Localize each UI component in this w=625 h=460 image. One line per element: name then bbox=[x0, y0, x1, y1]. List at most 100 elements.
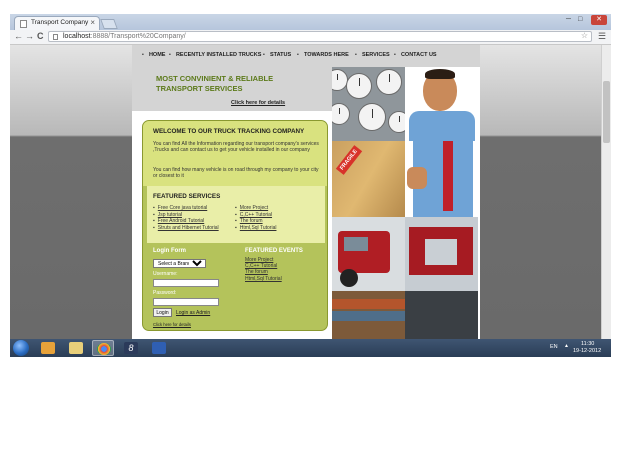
url-path: :8888/Transport%20Company/ bbox=[90, 33, 186, 40]
hero-headline-line1: MOST CONVINIENT & RELIABLE bbox=[156, 74, 274, 83]
truck-grille-shape bbox=[425, 239, 457, 265]
featured-events-list: More Project C,C++ Tutorial The forum Ht… bbox=[245, 257, 282, 282]
tab-title: Transport Company bbox=[31, 19, 89, 26]
page-favicon-icon bbox=[20, 20, 27, 28]
bookmark-star-icon[interactable]: ☆ bbox=[581, 31, 588, 40]
new-tab-button[interactable] bbox=[100, 19, 118, 29]
event-link[interactable]: Html,Sql Tutorial bbox=[245, 276, 282, 282]
clock-time[interactable]: 11:30 bbox=[581, 341, 594, 347]
featured-events-title: FEATURED EVENTS bbox=[245, 248, 303, 254]
website: HOME RECENTLY INSTALLED TRUCKS STATUS TO… bbox=[132, 45, 480, 339]
desktop-screen: Transport Company × ─ □ ✕ ← → C localhos… bbox=[10, 14, 611, 357]
wrench-menu-icon[interactable]: ☰ bbox=[598, 31, 606, 42]
forward-icon[interactable]: → bbox=[25, 31, 34, 41]
url-text: localhost:8888/Transport%20Company/ bbox=[63, 33, 186, 40]
tray-arrow-icon[interactable]: ▲ bbox=[564, 343, 569, 349]
featured-link[interactable]: The forum bbox=[235, 218, 276, 225]
featured-link[interactable]: Struts and Hibernet Tutorial bbox=[153, 225, 219, 232]
container-shape bbox=[332, 299, 405, 309]
username-label: Username: bbox=[153, 271, 178, 277]
maximize-icon[interactable]: □ bbox=[578, 16, 582, 23]
clocks-photo bbox=[332, 67, 405, 141]
welcome-paragraph: You can find All the Information regardi… bbox=[153, 141, 319, 154]
login-form-title: Login Form bbox=[153, 248, 186, 254]
containers-photo bbox=[332, 291, 405, 339]
login-details-link[interactable]: Click here for details bbox=[153, 322, 191, 327]
chrome-icon bbox=[97, 343, 111, 355]
start-button[interactable] bbox=[13, 340, 29, 356]
tie-shape bbox=[443, 141, 453, 211]
nav-recently-installed-trucks[interactable]: RECENTLY INSTALLED TRUCKS bbox=[169, 52, 261, 58]
shirt-shape bbox=[409, 111, 475, 141]
featured-services-title: FEATURED SERVICES bbox=[153, 193, 221, 200]
nav-home[interactable]: HOME bbox=[142, 52, 166, 58]
container-shape bbox=[332, 311, 405, 321]
url-host: localhost bbox=[63, 33, 91, 40]
nav-status[interactable]: STATUS bbox=[263, 52, 291, 58]
truck-grille-photo bbox=[405, 217, 478, 291]
featured-link[interactable]: Html,Sql Tutorial bbox=[235, 225, 277, 232]
featured-link[interactable]: C,C++ Tutorial bbox=[235, 212, 276, 219]
username-input[interactable] bbox=[153, 279, 219, 287]
hero-banner: MOST CONVINIENT & RELIABLE TRANSPORT SER… bbox=[132, 67, 332, 111]
page-icon bbox=[53, 34, 58, 40]
tab-close-icon[interactable]: × bbox=[90, 18, 95, 27]
welcome-paragraph-2: You can find how many vehicle is on road… bbox=[153, 167, 319, 180]
fragile-box-photo: FRAGILE bbox=[332, 141, 405, 217]
hair-shape bbox=[425, 69, 455, 79]
folder-icon bbox=[69, 342, 83, 354]
featured-link[interactable]: Free Android Tutorial bbox=[153, 218, 219, 225]
hero-details-link[interactable]: Click here for details bbox=[231, 100, 285, 106]
truck-window-shape bbox=[344, 237, 368, 251]
site-nav: HOME RECENTLY INSTALLED TRUCKS STATUS TO… bbox=[132, 45, 480, 67]
featured-services: FEATURED SERVICES Free Core java tutoria… bbox=[147, 186, 325, 243]
taskbar-word[interactable] bbox=[148, 340, 170, 356]
back-icon[interactable]: ← bbox=[14, 31, 23, 41]
thumbs-up-photo bbox=[405, 141, 478, 217]
content-card: WELCOME TO OUR TRUCK TRACKING COMPANY Yo… bbox=[142, 120, 328, 331]
clock-icon bbox=[388, 111, 405, 133]
nav-towards-here[interactable]: TOWARDS HERE bbox=[297, 52, 349, 58]
taskbar-eclipse[interactable]: 8 bbox=[120, 340, 142, 356]
reload-icon[interactable]: C bbox=[37, 31, 44, 41]
clock-date[interactable]: 19-12-2012 bbox=[573, 348, 601, 354]
taskbar-chrome[interactable] bbox=[92, 340, 114, 356]
nav-contact-us[interactable]: CONTACT US bbox=[394, 52, 437, 58]
box-surface bbox=[332, 141, 405, 217]
photo-collage: FRAGILE bbox=[332, 67, 478, 339]
login-button[interactable]: Login bbox=[153, 308, 172, 317]
taskbar-explorer[interactable] bbox=[65, 340, 87, 356]
login-as-admin-link[interactable]: Login as Admin bbox=[176, 310, 210, 316]
wheel-shape bbox=[340, 269, 358, 287]
red-truck-photo bbox=[332, 217, 405, 291]
password-label: Password: bbox=[153, 290, 177, 296]
clock-icon bbox=[358, 103, 386, 131]
browser-titlebar: Transport Company × ─ □ ✕ bbox=[10, 14, 611, 30]
page-viewport: HOME RECENTLY INSTALLED TRUCKS STATUS TO… bbox=[10, 45, 611, 339]
eclipse-icon: 8 bbox=[124, 342, 138, 354]
featured-link[interactable]: Jsp tutorial bbox=[153, 212, 219, 219]
page-scrollbar[interactable] bbox=[601, 45, 611, 339]
scrollbar-thumb[interactable] bbox=[603, 81, 610, 143]
minimize-icon[interactable]: ─ bbox=[566, 16, 571, 23]
window-close-icon[interactable]: ✕ bbox=[591, 15, 607, 25]
featured-link[interactable]: More Project bbox=[235, 205, 276, 212]
browser-toolbar: ← → C localhost:8888/Transport%20Company… bbox=[10, 30, 611, 45]
password-input[interactable] bbox=[153, 298, 219, 306]
branch-select[interactable]: Select a Branch bbox=[153, 259, 206, 268]
address-bar[interactable]: localhost:8888/Transport%20Company/ ☆ bbox=[48, 31, 592, 42]
businessman-photo bbox=[405, 67, 478, 141]
thumb-hand-shape bbox=[407, 167, 427, 189]
browser-tab[interactable]: Transport Company × bbox=[14, 16, 100, 30]
taskbar-media-player[interactable] bbox=[37, 340, 59, 356]
language-indicator[interactable]: EN bbox=[550, 344, 558, 350]
welcome-title: WELCOME TO OUR TRUCK TRACKING COMPANY bbox=[153, 128, 305, 135]
welcome-section: WELCOME TO OUR TRUCK TRACKING COMPANY Yo… bbox=[143, 121, 327, 186]
featured-services-left: Free Core java tutorial Jsp tutorial Fre… bbox=[153, 205, 219, 231]
featured-events: FEATURED EVENTS More Project C,C++ Tutor… bbox=[245, 248, 325, 282]
login-form: Login Form Select a Branch Username: Pas… bbox=[153, 248, 243, 327]
featured-services-right: More Project C,C++ Tutorial The forum Ht… bbox=[235, 205, 277, 232]
featured-link[interactable]: Free Core java tutorial bbox=[153, 205, 219, 212]
nav-services[interactable]: SERVICES bbox=[355, 52, 390, 58]
hero-headline-line2: TRANSPORT SERVICES bbox=[156, 84, 243, 93]
